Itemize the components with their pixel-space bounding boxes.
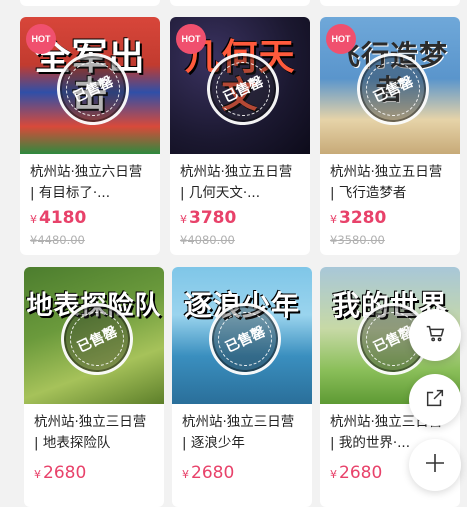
plus-icon bbox=[423, 451, 447, 479]
original-price: ¥4480.00 bbox=[30, 233, 85, 247]
product-price: ¥3280 bbox=[330, 208, 387, 228]
product-card[interactable]: 逐浪少年 已售罄 杭州站·独立三日营 | 逐浪少年 ¥2680 bbox=[172, 267, 312, 507]
cart-icon bbox=[424, 322, 446, 348]
product-thumbnail: 全军出击 HOT 已售罄 bbox=[20, 17, 160, 154]
product-thumbnail: 地表探险队 已售罄 bbox=[24, 267, 164, 404]
cart-button[interactable] bbox=[409, 309, 461, 361]
product-thumbnail: 飞行造梦者 HOT 已售罄 bbox=[320, 17, 460, 154]
add-button[interactable] bbox=[409, 439, 461, 491]
share-button[interactable] bbox=[409, 374, 461, 426]
product-title: 杭州站·独立六日营 | 有目标了·... bbox=[30, 164, 143, 201]
product-price: ¥2680 bbox=[182, 463, 235, 483]
product-title: 杭州站·独立五日营 | 飞行造梦者 bbox=[330, 164, 443, 201]
product-card[interactable]: 飞行造梦者 HOT 已售罄 杭州站·独立五日营 | 飞行造梦者 ¥3280 ¥3… bbox=[320, 17, 460, 255]
product-price: ¥3780 bbox=[180, 208, 237, 228]
product-card[interactable]: 几何天文 HOT 已售罄 杭州站·独立五日营 | 几何天文·... ¥3780 … bbox=[170, 17, 310, 255]
product-card[interactable]: 全军出击 HOT 已售罄 杭州站·独立六日营 | 有目标了·... ¥4180 … bbox=[20, 17, 160, 255]
product-price: ¥2680 bbox=[34, 463, 87, 483]
previous-card-edge bbox=[20, 0, 160, 6]
original-price: ¥4080.00 bbox=[180, 233, 235, 247]
product-title: 杭州站·独立五日营 | 几何天文·... bbox=[180, 164, 293, 201]
hot-badge: HOT bbox=[326, 24, 356, 54]
hot-badge: HOT bbox=[26, 24, 56, 54]
product-thumbnail: 几何天文 HOT 已售罄 bbox=[170, 17, 310, 154]
product-thumbnail: 逐浪少年 已售罄 bbox=[172, 267, 312, 404]
previous-card-edge bbox=[170, 0, 310, 6]
previous-card-edge bbox=[320, 0, 460, 6]
product-title: 杭州站·独立三日营 | 地表探险队 bbox=[34, 414, 147, 451]
hot-badge: HOT bbox=[176, 24, 206, 54]
product-price: ¥4180 bbox=[30, 208, 87, 228]
original-price: ¥3580.00 bbox=[330, 233, 385, 247]
share-icon bbox=[424, 387, 446, 413]
product-card[interactable]: 地表探险队 已售罄 杭州站·独立三日营 | 地表探险队 ¥2680 bbox=[24, 267, 164, 507]
product-title: 杭州站·独立三日营 | 逐浪少年 bbox=[182, 414, 295, 451]
